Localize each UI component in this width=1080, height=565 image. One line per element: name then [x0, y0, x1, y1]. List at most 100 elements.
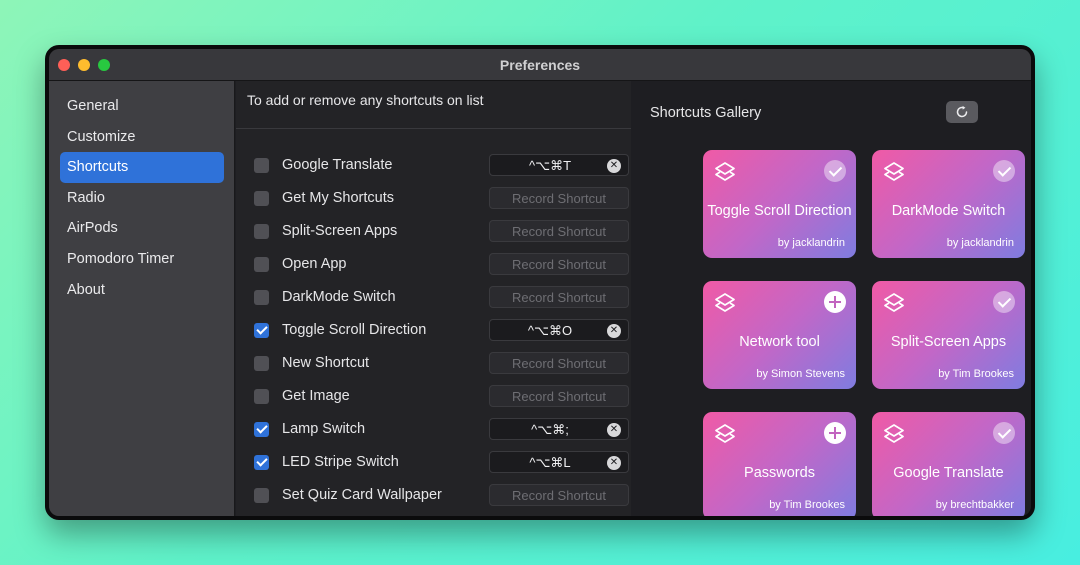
sidebar-item-about[interactable]: About — [60, 275, 224, 306]
gallery-card-google-translate[interactable]: Google Translate by brechtbakker — [872, 412, 1025, 516]
shortcut-checkbox[interactable] — [254, 455, 269, 470]
card-author: by Tim Brookes — [769, 499, 845, 511]
shortcut-row-darkmode-switch: DarkMode Switch Record Shortcut — [236, 281, 631, 314]
card-title: Passwords — [744, 465, 815, 481]
add-shortcut-button[interactable] — [824, 291, 846, 313]
card-title: Split-Screen Apps — [890, 334, 1007, 350]
card-author: by Tim Brookes — [938, 368, 1014, 380]
shortcut-keys: ^⌥⌘O — [527, 323, 573, 338]
shortcut-checkbox[interactable] — [254, 389, 269, 404]
shortcut-row-get-image: Get Image Record Shortcut — [236, 380, 631, 413]
record-shortcut-button[interactable]: Record Shortcut — [489, 253, 629, 275]
shortcuts-app-icon — [884, 424, 904, 443]
record-shortcut-button[interactable]: Record Shortcut — [489, 385, 629, 407]
shortcut-key-field[interactable]: ^⌥⌘L ✕ — [489, 451, 629, 473]
shortcut-key-field[interactable]: ^⌥⌘O ✕ — [489, 319, 629, 341]
preferences-window: Preferences General Customize Shortcuts … — [45, 45, 1035, 520]
shortcut-keys: ^⌥⌘T — [528, 158, 572, 173]
added-check-icon[interactable] — [993, 160, 1015, 182]
shortcut-label: LED Stripe Switch — [282, 454, 399, 470]
record-shortcut-button[interactable]: Record Shortcut — [489, 286, 629, 308]
shortcut-row-led-stripe-switch: LED Stripe Switch ^⌥⌘L ✕ — [236, 446, 631, 479]
card-author: by jacklandrin — [777, 237, 845, 249]
shortcut-row-get-my-shortcuts: Get My Shortcuts Record Shortcut — [236, 182, 631, 215]
clear-shortcut-icon[interactable]: ✕ — [607, 423, 621, 437]
gallery-title: Shortcuts Gallery — [650, 105, 762, 121]
shortcut-row-google-translate: Google Translate ^⌥⌘T ✕ — [236, 149, 631, 182]
card-title: DarkMode Switch — [891, 203, 1006, 219]
title-bar: Preferences — [49, 49, 1031, 81]
shortcut-label: Open App — [282, 256, 347, 272]
shortcut-label: Split-Screen Apps — [282, 223, 398, 239]
shortcut-label: Lamp Switch — [282, 421, 366, 437]
shortcut-row-open-app: Open App Record Shortcut — [236, 248, 631, 281]
gallery-card-passwords[interactable]: Passwords by Tim Brookes — [703, 412, 856, 516]
shortcut-keys: ^⌥⌘L — [529, 455, 571, 470]
sidebar-item-customize[interactable]: Customize — [60, 122, 224, 153]
gallery-card-network-tool[interactable]: Network tool by Simon Stevens — [703, 281, 856, 389]
added-check-icon[interactable] — [993, 291, 1015, 313]
clear-shortcut-icon[interactable]: ✕ — [607, 324, 621, 338]
shortcuts-gallery-panel: Shortcuts Gallery Toggle Scroll Directio… — [632, 81, 1031, 516]
shortcut-row-split-screen-apps: Split-Screen Apps Record Shortcut — [236, 215, 631, 248]
sidebar: General Customize Shortcuts Radio AirPod… — [49, 81, 235, 516]
sidebar-item-general[interactable]: General — [60, 91, 224, 122]
sidebar-item-pomodoro-timer[interactable]: Pomodoro Timer — [60, 244, 224, 275]
shortcut-row-new-shortcut: New Shortcut Record Shortcut — [236, 347, 631, 380]
card-title: Google Translate — [893, 465, 1004, 481]
shortcuts-list-heading: To add or remove any shortcuts on list — [247, 92, 484, 108]
shortcut-label: Google Translate — [282, 157, 393, 173]
shortcut-keys: ^⌥⌘; — [531, 422, 569, 437]
sidebar-item-shortcuts[interactable]: Shortcuts — [60, 152, 224, 183]
shortcut-checkbox[interactable] — [254, 257, 269, 272]
shortcut-label: Toggle Scroll Direction — [282, 322, 427, 338]
refresh-button[interactable] — [946, 101, 978, 123]
shortcut-label: DarkMode Switch — [282, 289, 396, 305]
shortcuts-app-icon — [884, 293, 904, 312]
shortcut-key-field[interactable]: ^⌥⌘; ✕ — [489, 418, 629, 440]
gallery-card-split-screen-apps[interactable]: Split-Screen Apps by Tim Brookes — [872, 281, 1025, 389]
record-shortcut-button[interactable]: Record Shortcut — [489, 187, 629, 209]
card-author: by Simon Stevens — [756, 368, 845, 380]
card-title: Network tool — [739, 334, 820, 350]
window-title: Preferences — [499, 57, 581, 73]
gallery-card-toggle-scroll-direction[interactable]: Toggle Scroll Direction by jacklandrin — [703, 150, 856, 258]
clear-shortcut-icon[interactable]: ✕ — [607, 159, 621, 173]
shortcut-key-field[interactable]: ^⌥⌘T ✕ — [489, 154, 629, 176]
shortcuts-app-icon — [715, 293, 735, 312]
added-check-icon[interactable] — [824, 160, 846, 182]
record-shortcut-button[interactable]: Record Shortcut — [489, 220, 629, 242]
shortcut-checkbox[interactable] — [254, 488, 269, 503]
shortcut-label: Get Image — [282, 388, 350, 404]
shortcut-checkbox[interactable] — [254, 158, 269, 173]
shortcuts-app-icon — [884, 162, 904, 181]
add-shortcut-button[interactable] — [824, 422, 846, 444]
clear-shortcut-icon[interactable]: ✕ — [607, 456, 621, 470]
shortcut-checkbox[interactable] — [254, 356, 269, 371]
added-check-icon[interactable] — [993, 422, 1015, 444]
card-author: by brechtbakker — [935, 499, 1014, 511]
gallery-card-darkmode-switch[interactable]: DarkMode Switch by jacklandrin — [872, 150, 1025, 258]
record-shortcut-button[interactable]: Record Shortcut — [489, 352, 629, 374]
shortcut-row-set-quiz-card-wallpaper: Set Quiz Card Wallpaper Record Shortcut — [236, 479, 631, 512]
shortcut-checkbox[interactable] — [254, 191, 269, 206]
shortcut-checkbox[interactable] — [254, 224, 269, 239]
shortcut-row-lamp-switch: Lamp Switch ^⌥⌘; ✕ — [236, 413, 631, 446]
sidebar-item-airpods[interactable]: AirPods — [60, 213, 224, 244]
sidebar-item-radio[interactable]: Radio — [60, 183, 224, 214]
shortcuts-app-icon — [715, 424, 735, 443]
divider — [236, 128, 631, 129]
refresh-icon — [956, 105, 968, 118]
shortcut-label: Get My Shortcuts — [282, 190, 395, 206]
shortcut-label: New Shortcut — [282, 355, 370, 371]
shortcut-row-toggle-scroll-direction: Toggle Scroll Direction ^⌥⌘O ✕ — [236, 314, 631, 347]
shortcut-label: Set Quiz Card Wallpaper — [282, 487, 442, 503]
shortcuts-app-icon — [715, 162, 735, 181]
shortcuts-list-panel: To add or remove any shortcuts on list G… — [236, 81, 631, 516]
card-author: by jacklandrin — [946, 237, 1014, 249]
card-title: Toggle Scroll Direction — [707, 203, 852, 219]
shortcut-checkbox[interactable] — [254, 422, 269, 437]
record-shortcut-button[interactable]: Record Shortcut — [489, 484, 629, 506]
shortcut-checkbox[interactable] — [254, 323, 269, 338]
shortcut-checkbox[interactable] — [254, 290, 269, 305]
